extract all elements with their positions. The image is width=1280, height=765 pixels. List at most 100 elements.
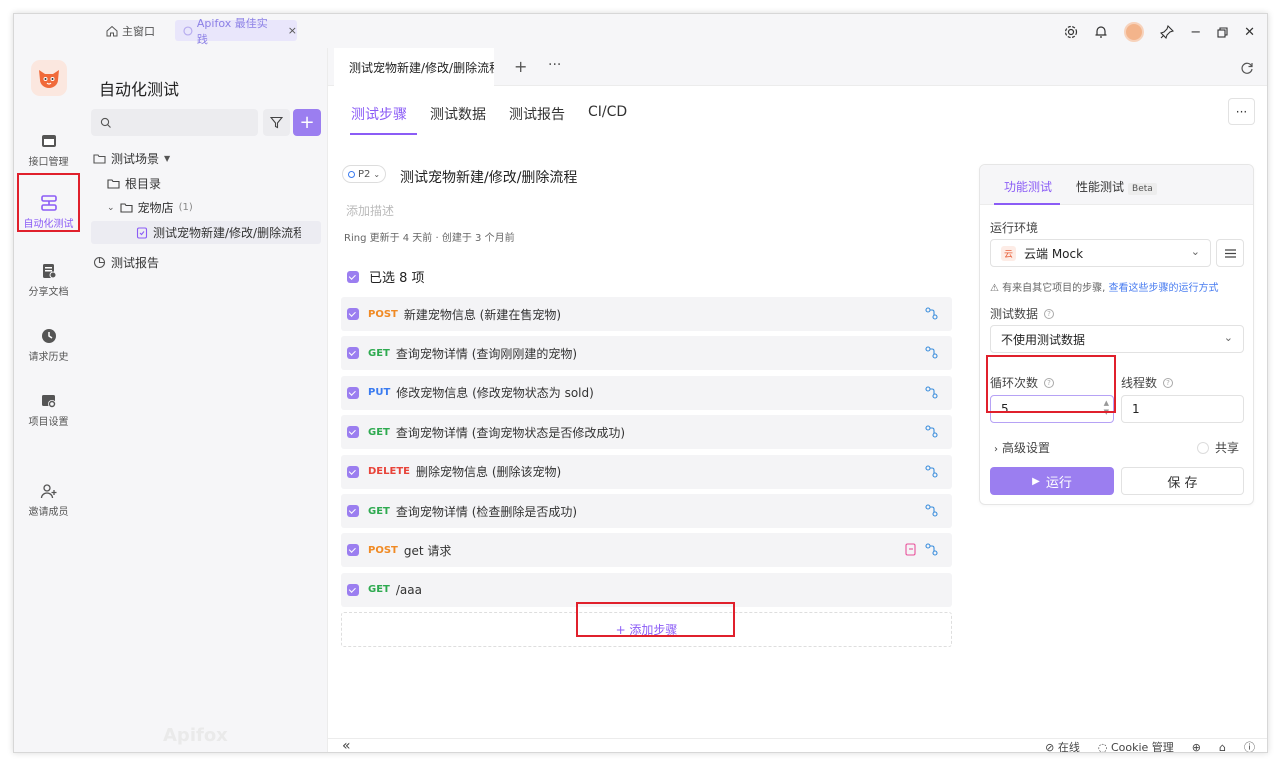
checkbox[interactable] [347,426,359,439]
more-options-button[interactable]: ··· [1228,98,1255,125]
link-flow-icon[interactable] [925,504,938,517]
loop-count-input[interactable]: 5 ▲ ▼ [990,395,1114,423]
new-tab-button[interactable]: + [514,57,527,76]
chevron-right-icon: › [994,444,998,455]
tree-folder-petstore[interactable]: ⌄ 宠物店 (1) [107,199,193,216]
add-step-button[interactable]: + 添加步骤 [341,612,952,647]
tab-test-steps[interactable]: 测试步骤 [351,104,407,124]
help-icon[interactable]: ? [1163,377,1174,388]
test-data-select[interactable]: 不使用测试数据 ⌄ [990,325,1244,353]
tab-cicd[interactable]: CI/CD [588,104,627,120]
http-method: GET [368,505,390,517]
step-row[interactable]: GET/aaa [341,572,952,607]
step-row[interactable]: POST get 请求 [341,533,952,568]
nav-share-docs[interactable]: 分享文档 [14,262,83,298]
priority-selector[interactable]: P2 ⌄ [342,165,386,183]
search-icon [100,117,111,128]
add-button[interactable]: + [293,109,321,136]
step-row[interactable]: GET 查询宠物详情 (检查删除是否成功) [341,494,952,528]
filter-button[interactable] [263,109,290,136]
tab-label: 性能测试 [1076,180,1125,194]
link-flow-icon[interactable] [925,346,938,359]
tree-search-input[interactable] [91,109,258,136]
link-flow-icon[interactable] [925,543,938,556]
select-all[interactable]: 已选 8 项 [347,267,425,286]
help-icon[interactable]: ? [1044,377,1055,388]
step-row[interactable]: GET 查询宠物详情 (查询宠物状态是否修改成功) [341,415,952,450]
tree-label: 测试场景 [111,152,160,166]
checkbox[interactable] [347,465,359,478]
checkbox[interactable] [347,270,359,283]
cookie-manager[interactable]: ◌ Cookie 管理 [1098,739,1174,752]
tab-functional-test[interactable]: 功能测试 [1004,178,1052,195]
link-flow-icon[interactable] [925,386,938,399]
minimize-icon[interactable]: − [1190,25,1201,40]
watermark-logo: Apifox [163,725,228,746]
pin-icon[interactable] [1160,25,1175,39]
step-row[interactable]: PUT 修改宠物信息 (修改宠物状态为 sold) [341,375,952,410]
chevron-down-icon: ⌄ [1190,245,1200,258]
step-row[interactable]: GET 查询宠物详情 (查询刚刚建的宠物) [341,336,952,371]
refresh-icon[interactable] [1239,60,1255,76]
doc-edit-icon[interactable] [905,543,917,557]
tab-test-reports[interactable]: 测试报告 [509,104,565,124]
checkbox[interactable] [347,347,359,360]
step-row[interactable]: DELETE 删除宠物信息 (删除该宠物) [341,454,952,489]
close-window-icon[interactable]: ✕ [1244,25,1255,40]
upload-icon[interactable]: ⊕ [1192,741,1201,753]
thread-count-input[interactable]: 1 [1121,395,1244,423]
nav-request-history[interactable]: 请求历史 [14,327,83,363]
switch[interactable] [1196,441,1209,454]
description-input[interactable]: 添加描述 [346,202,394,219]
http-method: DELETE [368,466,410,478]
checkbox[interactable] [347,308,359,320]
tab-performance-test[interactable]: 性能测试 Beta [1076,178,1157,195]
link-flow-icon[interactable] [925,307,938,320]
http-method: POST [368,308,398,320]
settings-icon[interactable] [1064,25,1078,39]
tab-more-button[interactable]: ··· [548,57,561,73]
checkbox[interactable] [347,583,359,596]
link-flow-icon[interactable] [925,465,938,478]
doc-tab-active[interactable]: 测试宠物新建/修改/删除流程 [334,48,494,86]
share-label: 共享 [1214,441,1239,455]
stepper-icon[interactable]: ▲ ▼ [1104,399,1109,417]
nav-automation-test[interactable]: 自动化测试 [14,194,83,230]
play-icon: ▶ [1032,475,1040,487]
env-select[interactable]: 云 云端 Mock ⌄ [990,239,1211,267]
nav-invite-members[interactable]: 邀请成员 [14,482,83,518]
close-tab-icon[interactable]: × [288,24,297,37]
user-avatar[interactable] [1124,22,1145,42]
home-icon [106,25,118,37]
nav-project-settings[interactable]: 项目设置 [14,392,83,428]
env-menu-button[interactable] [1216,239,1244,267]
tree-reports[interactable]: 测试报告 [93,254,159,271]
step-row[interactable]: POST 新建宠物信息 (新建在售宠物) [341,297,952,331]
tip-link[interactable]: 查看这些步骤的运行方式 [1109,283,1219,294]
case-title[interactable]: 测试宠物新建/修改/删除流程 [400,167,577,187]
checkbox[interactable] [347,544,359,557]
run-button[interactable]: ▶ 运行 [990,467,1114,495]
nav-label: 自动化测试 [23,219,74,230]
restore-icon[interactable] [1217,26,1228,38]
bell-icon[interactable] [1094,25,1108,39]
step-actions [925,307,938,320]
tree-root-folder[interactable]: 根目录 [107,175,161,192]
share-toggle[interactable]: 共享 [1196,439,1239,456]
tree-case-selected[interactable]: 测试宠物新建/修改/删除流程 [91,221,321,244]
advanced-settings-toggle[interactable]: › 高级设置 [994,439,1050,456]
nav-api-management[interactable]: 接口管理 [14,132,83,168]
help-icon[interactable]: ? [1044,308,1055,319]
tree-scenarios[interactable]: 测试场景 ▼ [93,150,170,167]
link-flow-icon[interactable] [925,425,938,438]
checkbox[interactable] [347,505,359,517]
tab-test-data[interactable]: 测试数据 [430,104,486,124]
home-tab[interactable]: 主窗口 [106,22,155,40]
checkbox[interactable] [347,386,359,399]
save-button[interactable]: 保 存 [1121,467,1244,495]
collapse-sidebar-icon[interactable]: « [342,738,351,752]
shirt-icon[interactable]: ⌂ [1219,741,1226,753]
online-status[interactable]: ⊘ 在线 [1045,739,1080,752]
help-circle-icon[interactable]: ⓘ [1244,739,1255,752]
project-tab[interactable]: Apifox 最佳实践 × [175,17,297,46]
